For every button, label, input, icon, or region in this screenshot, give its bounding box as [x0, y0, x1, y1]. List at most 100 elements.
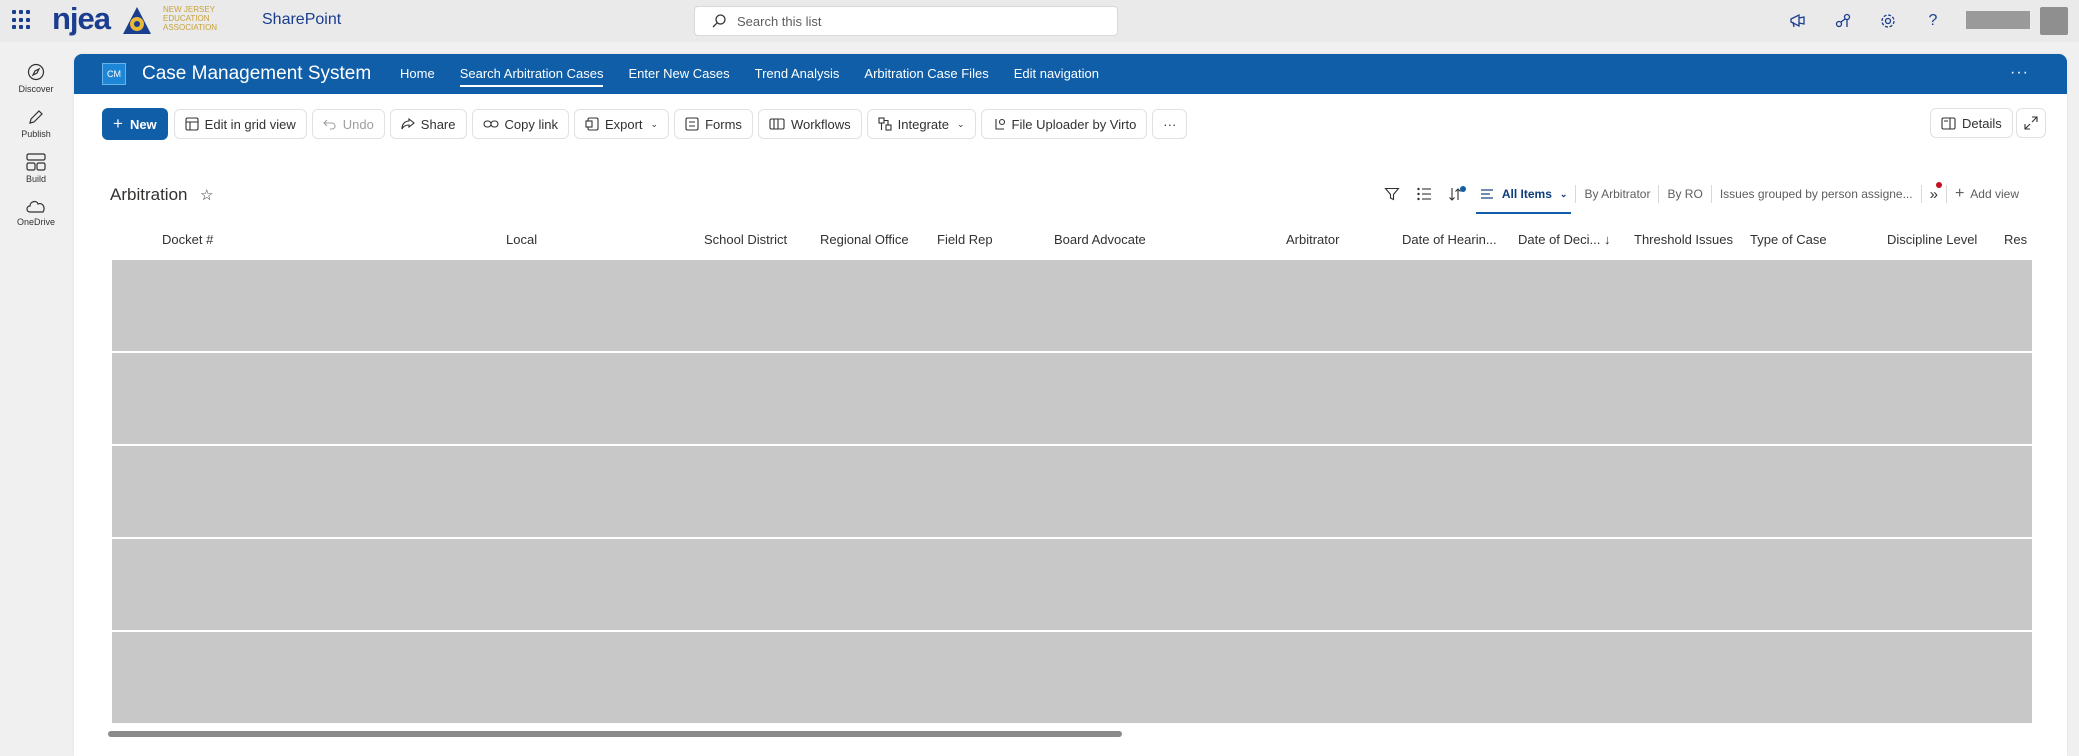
column-header-field-rep[interactable]: Field Rep — [937, 232, 993, 247]
help-icon[interactable]: ? — [1921, 9, 1945, 33]
cloud-icon — [26, 200, 45, 213]
integrate-icon — [878, 117, 892, 131]
column-header-local[interactable]: Local — [506, 232, 537, 247]
integrate-label: Integrate — [897, 116, 949, 132]
export-button[interactable]: Export ⌄ — [573, 109, 670, 139]
brand-subtitle: NEW JERSEY EDUCATION ASSOCIATION — [163, 5, 233, 32]
view-issues-grouped[interactable]: Issues grouped by person assigne... — [1712, 174, 1921, 214]
brand-logo[interactable]: njea — [52, 1, 111, 37]
forms-button[interactable]: Forms — [674, 109, 753, 139]
column-header-regional-office[interactable]: Regional Office — [820, 232, 909, 247]
account-name[interactable] — [1966, 11, 2030, 29]
undo-icon — [322, 119, 336, 130]
nav-search-arbitration-cases[interactable]: Search Arbitration Cases — [459, 54, 603, 94]
fullscreen-button[interactable] — [2016, 108, 2046, 138]
details-pane-icon — [1941, 116, 1956, 130]
copy-link-button[interactable]: Copy link — [471, 109, 569, 139]
add-view-button[interactable]: + Add view — [1947, 174, 2027, 214]
appbar-item-discover[interactable]: Discover — [0, 62, 72, 94]
appbar-item-build[interactable]: Build — [0, 152, 72, 184]
group-by-icon[interactable] — [1408, 174, 1440, 214]
column-header-date-of-hearing[interactable]: Date of Hearin... — [1402, 232, 1497, 247]
column-header-board-advocate[interactable]: Board Advocate — [1054, 232, 1146, 247]
view-all-items[interactable]: All Items ⌄ — [1472, 174, 1576, 214]
brand-subtitle-line: EDUCATION — [163, 14, 210, 23]
horizontal-scrollbar[interactable] — [108, 731, 1122, 737]
view-by-ro[interactable]: By RO — [1659, 174, 1710, 214]
column-header-date-of-decision[interactable]: Date of Deci... ↓ — [1518, 232, 1610, 247]
pen-icon — [29, 110, 43, 124]
view-all-items-label: All Items — [1501, 187, 1552, 201]
appbar-item-onedrive[interactable]: OneDrive — [0, 197, 72, 227]
view-by-arbitrator[interactable]: By Arbitrator — [1576, 174, 1658, 214]
nav-edit-navigation[interactable]: Edit navigation — [1014, 54, 1099, 94]
file-uploader-label: File Uploader by Virto — [1011, 116, 1137, 132]
chevron-down-icon: ⌄ — [650, 118, 659, 129]
edit-grid-view-button[interactable]: Edit in grid view — [173, 109, 307, 139]
column-header-row: Docket # Local School District Regional … — [104, 220, 2032, 260]
nav-arbitration-case-files[interactable]: Arbitration Case Files — [864, 54, 988, 94]
nav-home[interactable]: Home — [400, 54, 435, 94]
column-header-docket[interactable]: Docket # — [162, 232, 213, 247]
export-label: Export — [604, 116, 643, 132]
compass-icon — [27, 63, 45, 81]
undo-button[interactable]: Undo — [311, 109, 385, 139]
site-logo[interactable]: CM — [102, 63, 126, 85]
new-button-label: New — [129, 116, 157, 132]
expand-icon — [2024, 116, 2038, 130]
table-row[interactable] — [112, 353, 2032, 444]
appbar-label: OneDrive — [16, 217, 55, 227]
list-view-icon — [1480, 189, 1493, 199]
share-link-icon[interactable] — [1831, 9, 1855, 33]
undo-label: Undo — [342, 116, 374, 132]
column-header-threshold-issues[interactable]: Threshold Issues — [1634, 232, 1733, 247]
list-rows — [112, 260, 2032, 725]
plus-icon: + — [113, 114, 123, 133]
more-commands-button[interactable]: ··· — [1152, 109, 1188, 139]
site-title[interactable]: Case Management System — [142, 63, 371, 85]
add-view-label: Add view — [1970, 187, 2019, 201]
table-row[interactable] — [112, 446, 2032, 537]
command-bar: + New Edit in grid view Undo Share Copy … — [102, 108, 1192, 140]
favorite-star-icon[interactable]: ☆ — [200, 186, 213, 204]
app-launcher-icon[interactable] — [12, 10, 32, 30]
more-views-icon[interactable]: » — [1922, 174, 1946, 214]
details-label: Details — [1962, 115, 2002, 131]
details-button[interactable]: Details — [1930, 108, 2013, 138]
share-label: Share — [420, 116, 456, 132]
nav-trend-analysis[interactable]: Trend Analysis — [755, 54, 840, 94]
nav-enter-new-cases[interactable]: Enter New Cases — [628, 54, 729, 94]
chevron-down-icon: ⌄ — [956, 118, 965, 129]
appbar-item-publish[interactable]: Publish — [0, 107, 72, 139]
view-switcher: All Items ⌄ By Arbitrator By RO Issues g… — [1376, 174, 2027, 214]
table-row[interactable] — [112, 260, 2032, 351]
file-uploader-button[interactable]: File Uploader by Virto — [980, 109, 1148, 139]
integrate-button[interactable]: Integrate ⌄ — [866, 109, 976, 139]
megaphone-icon[interactable] — [1786, 9, 1810, 33]
more-icon[interactable]: ··· — [2010, 64, 2029, 82]
app-name[interactable]: SharePoint — [262, 11, 341, 29]
gear-icon[interactable] — [1876, 9, 1900, 33]
filter-icon[interactable] — [1376, 174, 1408, 214]
column-header-school-district[interactable]: School District — [704, 232, 787, 247]
workflows-button[interactable]: Workflows — [757, 109, 862, 139]
table-row[interactable] — [112, 539, 2032, 630]
share-button[interactable]: Share — [389, 109, 467, 139]
table-row[interactable] — [112, 632, 2032, 723]
column-header-res[interactable]: Res — [2004, 232, 2027, 247]
column-header-discipline-level[interactable]: Discipline Level — [1887, 232, 1977, 247]
column-header-arbitrator[interactable]: Arbitrator — [1286, 232, 1339, 247]
appbar-label: Publish — [21, 129, 51, 139]
list-title: Arbitration — [110, 185, 188, 204]
chevron-down-icon: ⌄ — [1559, 188, 1568, 199]
brand-subtitle-line: ASSOCIATION — [163, 23, 218, 32]
sort-icon[interactable] — [1440, 174, 1472, 214]
new-button[interactable]: + New — [102, 108, 168, 140]
column-header-type-of-case[interactable]: Type of Case — [1750, 232, 1827, 247]
excel-icon — [585, 117, 599, 131]
list-grid: Docket # Local School District Regional … — [104, 220, 2032, 736]
avatar[interactable] — [2040, 7, 2068, 35]
search-box[interactable] — [694, 6, 1118, 36]
share-icon — [401, 117, 415, 130]
search-input[interactable] — [737, 13, 1097, 29]
